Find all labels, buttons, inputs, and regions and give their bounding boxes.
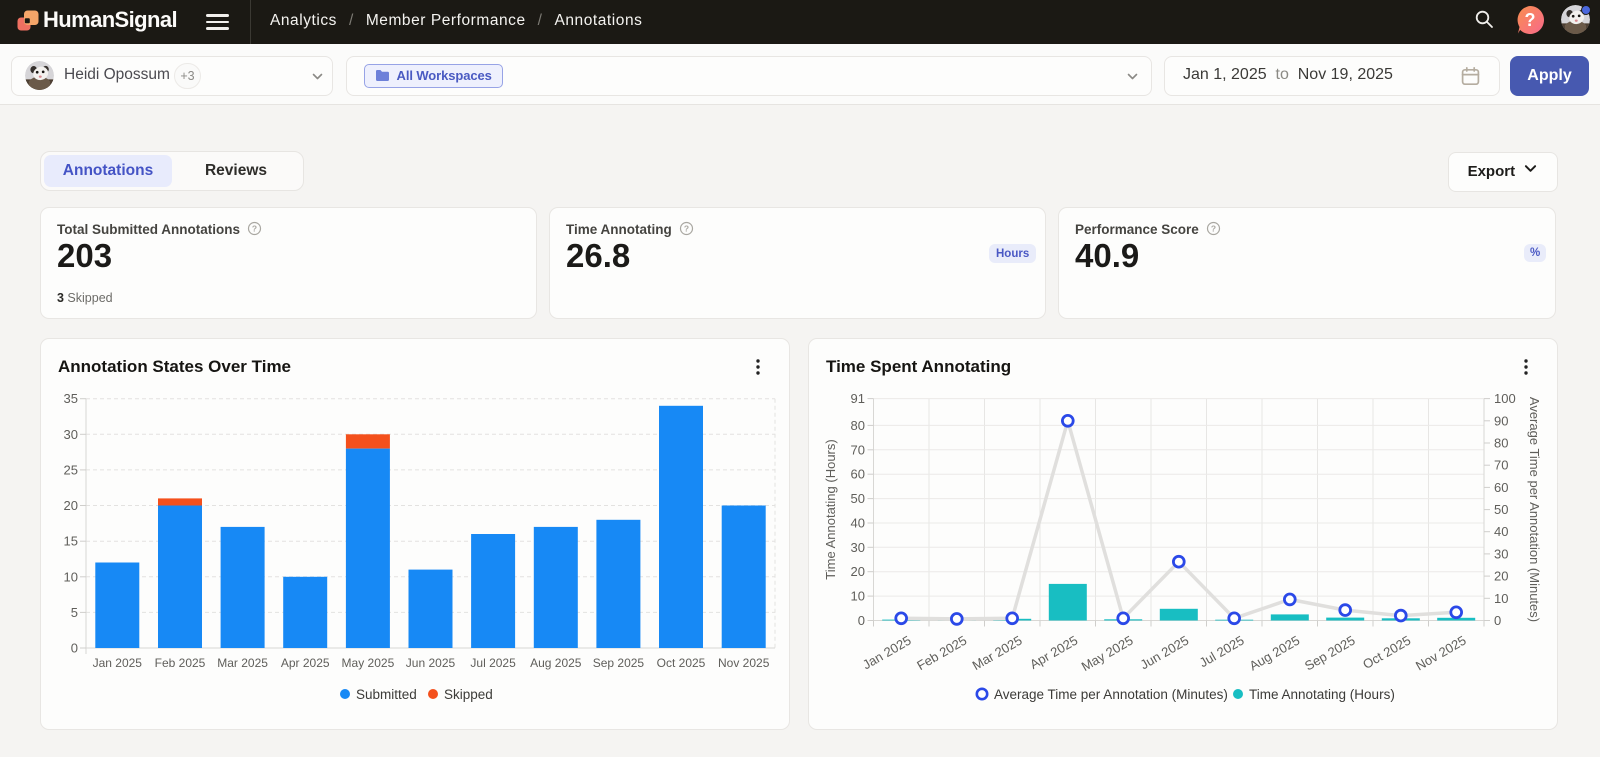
svg-text:Sep 2025: Sep 2025 [593,656,645,670]
svg-text:15: 15 [64,534,78,549]
svg-text:35: 35 [64,391,78,406]
svg-text:Jun 2025: Jun 2025 [1137,633,1191,673]
svg-text:Mar 2025: Mar 2025 [970,633,1025,673]
svg-text:100: 100 [1494,391,1516,406]
svg-text:10: 10 [64,569,78,584]
svg-text:0: 0 [1494,613,1501,628]
svg-text:50: 50 [851,491,865,506]
svg-text:Time Annotating (Hours): Time Annotating (Hours) [823,439,838,579]
svg-text:30: 30 [64,427,78,442]
svg-text:30: 30 [1494,546,1508,561]
svg-text:10: 10 [1494,591,1508,606]
svg-text:91: 91 [851,391,865,406]
svg-text:Average Time per Annotation (M: Average Time per Annotation (Minutes) [994,687,1228,702]
svg-text:Sep 2025: Sep 2025 [1302,633,1358,674]
svg-text:60: 60 [1494,480,1508,495]
svg-text:Aug 2025: Aug 2025 [1247,633,1303,674]
svg-text:70: 70 [1494,458,1508,473]
svg-text:Nov 2025: Nov 2025 [1413,633,1469,674]
svg-text:0: 0 [71,641,78,656]
svg-text:0: 0 [858,613,865,628]
svg-text:Average Time per Annotation (M: Average Time per Annotation (Minutes) [1527,397,1542,622]
svg-text:20: 20 [64,498,78,513]
svg-text:30: 30 [851,540,865,555]
svg-text:70: 70 [851,442,865,457]
svg-text:20: 20 [1494,569,1508,584]
svg-text:?: ? [1525,10,1536,30]
svg-text:Apr 2025: Apr 2025 [281,656,330,670]
svg-text:?: ? [684,224,689,234]
svg-text:60: 60 [851,467,865,482]
svg-text:80: 80 [1494,436,1508,451]
svg-text:Jan 2025: Jan 2025 [93,656,143,670]
svg-text:40: 40 [1494,524,1508,539]
svg-text:May 2025: May 2025 [342,656,395,670]
svg-text:Skipped: Skipped [444,687,493,702]
svg-text:90: 90 [1494,413,1508,428]
svg-text:Oct 2025: Oct 2025 [657,656,706,670]
svg-text:40: 40 [851,516,865,531]
svg-text:20: 20 [851,564,865,579]
svg-text:Mar 2025: Mar 2025 [217,656,268,670]
svg-text:Feb 2025: Feb 2025 [914,633,969,673]
svg-text:Time Annotating (Hours): Time Annotating (Hours) [1249,687,1395,702]
svg-text:Jul 2025: Jul 2025 [1197,633,1247,671]
svg-text:May 2025: May 2025 [1079,633,1136,675]
svg-text:Aug 2025: Aug 2025 [530,656,582,670]
svg-text:Apr 2025: Apr 2025 [1027,633,1080,672]
svg-text:Oct 2025: Oct 2025 [1360,633,1413,672]
svg-text:Jun 2025: Jun 2025 [406,656,456,670]
svg-text:Feb 2025: Feb 2025 [155,656,206,670]
svg-text:Submitted: Submitted [356,687,417,702]
svg-text:?: ? [252,224,257,234]
svg-text:25: 25 [64,462,78,477]
svg-text:50: 50 [1494,502,1508,517]
svg-text:10: 10 [851,589,865,604]
svg-text:80: 80 [851,418,865,433]
svg-text:Jul 2025: Jul 2025 [470,656,516,670]
svg-text:5: 5 [71,605,78,620]
svg-text:Nov 2025: Nov 2025 [718,656,770,670]
svg-text:?: ? [1211,224,1216,234]
svg-text:Jan 2025: Jan 2025 [860,633,914,673]
